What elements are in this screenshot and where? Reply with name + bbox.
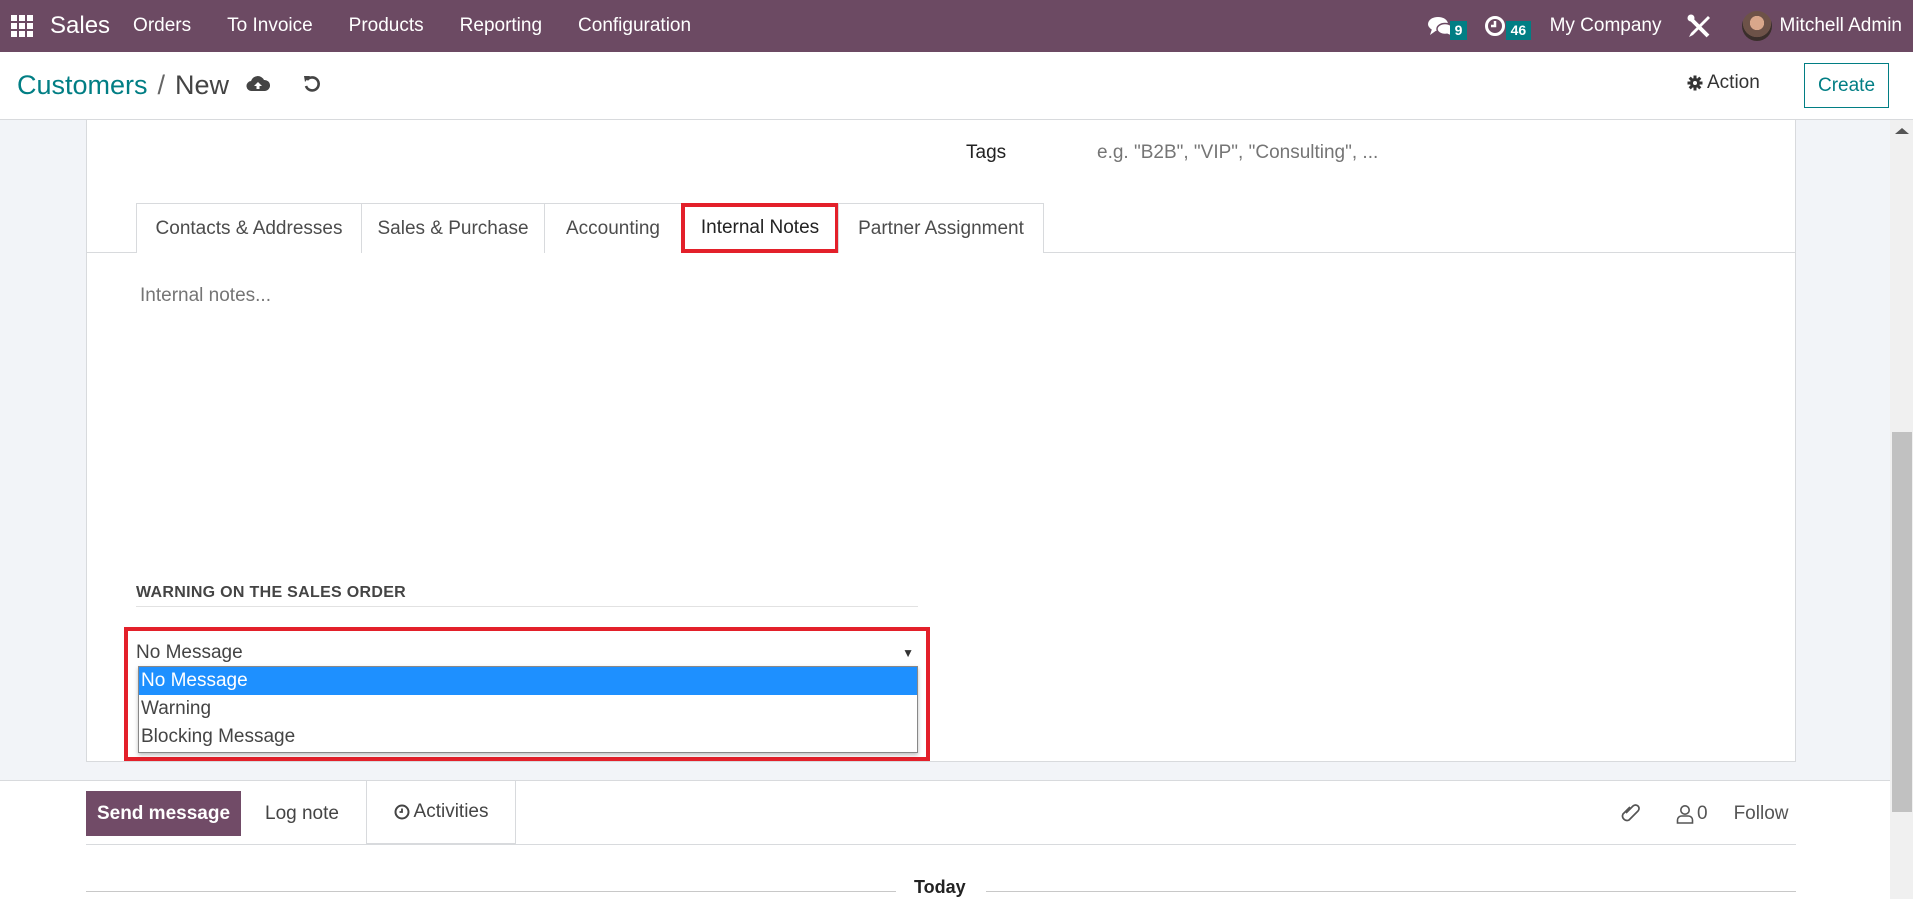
user-avatar[interactable]	[1741, 11, 1772, 41]
action-menu-button[interactable]: Action	[1687, 72, 1760, 94]
page-scrollbar[interactable]	[1890, 120, 1913, 899]
caret-down-icon: ▼	[902, 646, 914, 660]
scroll-up-arrow-icon[interactable]	[1895, 128, 1909, 134]
tab-contacts-addresses[interactable]: Contacts & Addresses	[136, 203, 362, 253]
company-switcher[interactable]: My Company	[1550, 15, 1662, 37]
internal-notes-field[interactable]	[140, 285, 1740, 535]
user-icon	[1676, 804, 1694, 824]
menu-products[interactable]: Products	[349, 15, 424, 37]
log-note-button[interactable]: Log note	[265, 791, 339, 836]
save-cloud-icon[interactable]	[246, 74, 270, 94]
scrollbar-thumb[interactable]	[1892, 432, 1912, 812]
activities-label: Activities	[413, 801, 489, 822]
activities-button[interactable]: 46	[1484, 15, 1532, 40]
user-menu[interactable]: Mitchell Admin	[1780, 15, 1903, 37]
chatter-topbar-right: 0 Follow	[1620, 791, 1788, 836]
tags-label: Tags	[966, 142, 1007, 163]
menu-orders[interactable]: Orders	[133, 15, 191, 37]
warning-select-value: No Message	[136, 642, 243, 663]
follow-button[interactable]: Follow	[1734, 803, 1789, 825]
followers-count: 0	[1697, 802, 1708, 824]
breadcrumb-current: New	[175, 70, 230, 100]
notebook-tabs: Contacts & Addresses Sales & Purchase Ac…	[87, 203, 1795, 253]
gear-icon	[1687, 75, 1703, 91]
send-message-button[interactable]: Send message	[86, 791, 241, 836]
apps-grid-icon[interactable]	[11, 15, 33, 37]
action-label: Action	[1707, 72, 1760, 93]
option-blocking-message[interactable]: Blocking Message	[139, 723, 917, 751]
menu-to-invoice[interactable]: To Invoice	[227, 15, 313, 37]
clock-icon	[1484, 16, 1505, 36]
tab-partner-assignment[interactable]: Partner Assignment	[838, 203, 1044, 253]
date-separator: Today	[914, 877, 966, 897]
warning-options-list: No Message Warning Blocking Message	[138, 666, 918, 753]
top-navbar: Sales Orders To Invoice Products Reporti…	[0, 0, 1913, 52]
menu-configuration[interactable]: Configuration	[578, 15, 691, 37]
breadcrumb-separator: /	[157, 70, 166, 100]
tab-sales-purchase[interactable]: Sales & Purchase	[361, 203, 545, 253]
create-button[interactable]: Create	[1804, 63, 1889, 108]
messages-badge: 9	[1449, 21, 1468, 40]
discard-undo-icon[interactable]	[302, 74, 322, 94]
warning-section-title: WARNING ON THE SALES ORDER	[136, 584, 407, 601]
clock-icon	[394, 804, 410, 820]
form-sheet: Tags Contacts & Addresses Sales & Purcha…	[86, 120, 1796, 762]
activities-button[interactable]: Activities	[366, 781, 516, 844]
date-line-left	[86, 891, 896, 892]
tab-internal-notes[interactable]: Internal Notes	[681, 203, 839, 253]
tab-accounting[interactable]: Accounting	[544, 203, 682, 253]
section-divider	[136, 606, 918, 607]
control-panel: Customers / New Action Create	[0, 52, 1913, 120]
menu-reporting[interactable]: Reporting	[460, 15, 542, 37]
date-line-right	[986, 891, 1796, 892]
debug-tools-icon[interactable]	[1686, 13, 1712, 39]
breadcrumb-customers[interactable]: Customers	[17, 70, 148, 101]
option-no-message[interactable]: No Message	[139, 667, 917, 695]
chatter: Send message Log note Activities 0 Follo…	[0, 780, 1890, 899]
chatter-divider	[86, 844, 1796, 845]
activities-badge: 46	[1505, 21, 1532, 40]
messages-button[interactable]: 9	[1427, 15, 1468, 40]
option-warning[interactable]: Warning	[139, 695, 917, 723]
warning-select[interactable]: No Message ▼	[136, 638, 918, 668]
paperclip-icon[interactable]	[1620, 803, 1642, 825]
tags-input[interactable]	[1097, 142, 1597, 164]
app-name[interactable]: Sales	[50, 12, 110, 40]
breadcrumb: Customers / New	[17, 70, 229, 101]
followers-button[interactable]: 0	[1676, 803, 1708, 825]
